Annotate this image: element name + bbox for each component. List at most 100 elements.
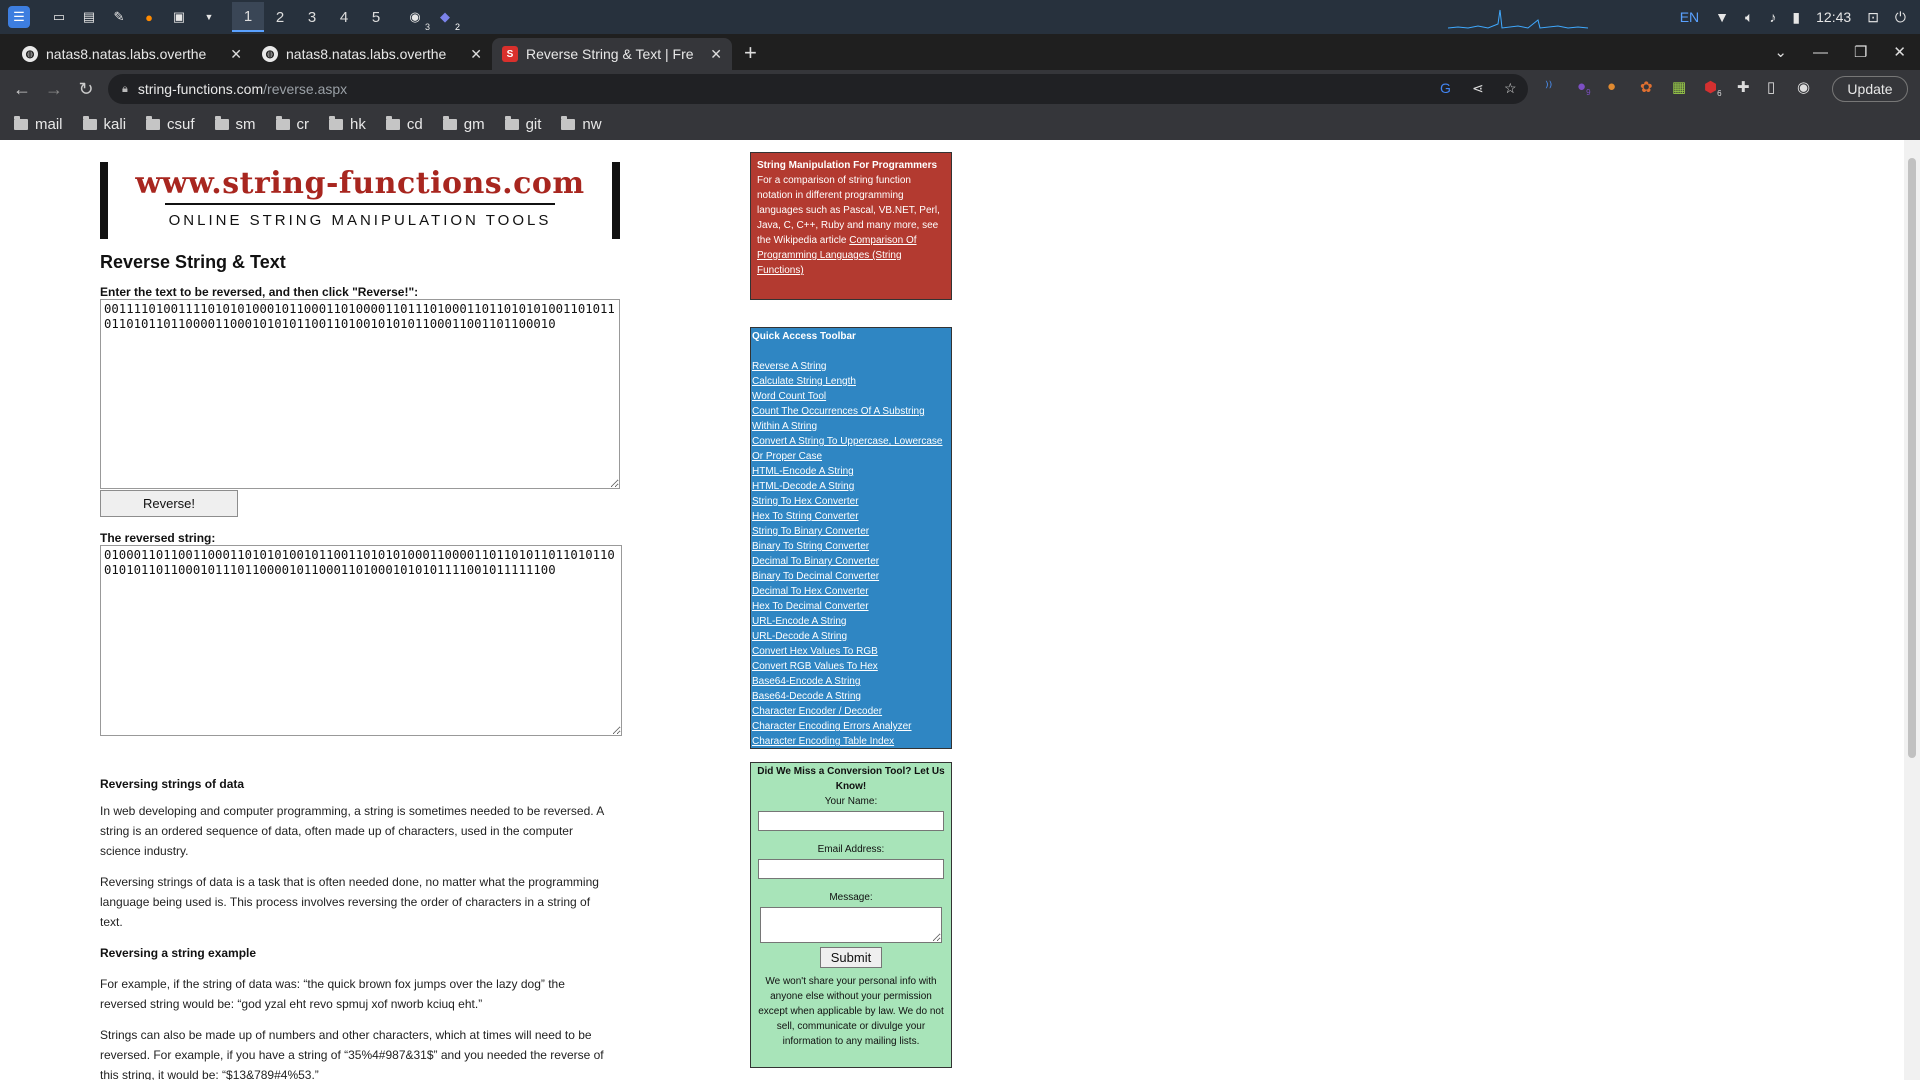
quick-access-link[interactable]: Decimal To Binary Converter [752, 554, 950, 569]
bookmark-mail[interactable]: mail [14, 115, 63, 133]
bookmark-sm[interactable]: sm [214, 115, 256, 133]
logo-divider [165, 203, 555, 205]
page-scrollbar[interactable] [1904, 140, 1920, 1080]
back-arrow-icon[interactable]: ← [6, 79, 38, 100]
close-icon[interactable]: ✕ [470, 46, 482, 63]
bookmark-label: mail [35, 115, 63, 133]
adblock-icon[interactable]: ⬢6 [1704, 78, 1722, 98]
quick-access-link[interactable]: Convert RGB Values To Hex [752, 659, 950, 674]
keyboard-language[interactable]: EN [1680, 9, 1699, 25]
firefox-icon[interactable]: ● [138, 6, 160, 28]
bookmark-cr[interactable]: cr [275, 115, 309, 133]
extension-sheet-icon[interactable]: ▦ [1672, 78, 1686, 96]
volume-icon[interactable]: 🔈︎ [1745, 9, 1753, 26]
clock[interactable]: 12:43 [1816, 9, 1851, 25]
close-icon[interactable]: ✕ [230, 46, 242, 63]
quick-access-link[interactable]: Binary To Decimal Converter [752, 569, 950, 584]
quick-access-link[interactable]: Hex To String Converter [752, 509, 950, 524]
reload-icon[interactable]: ↻ [70, 79, 102, 100]
profile-avatar[interactable]: ◉ [1797, 78, 1810, 96]
quick-access-link[interactable]: Word Count Tool [752, 389, 950, 404]
scrollbar-thumb[interactable] [1908, 158, 1916, 758]
new-tab-plus-icon[interactable]: + [732, 40, 769, 70]
extension-purple-icon[interactable]: ●9 [1577, 78, 1591, 97]
bookmark-csuf[interactable]: csuf [146, 115, 195, 133]
quick-access-link[interactable]: Character Encoder / Decoder [752, 704, 950, 719]
name-field[interactable] [758, 811, 944, 831]
extension-read-aloud-icon[interactable]: ⁾⁾ [1545, 78, 1552, 96]
workspace-3[interactable]: 3 [296, 2, 328, 32]
quick-access-link[interactable]: Calculate String Length [752, 374, 950, 389]
extension-flower-icon[interactable]: ✿ [1640, 78, 1653, 96]
tab-natas8-1[interactable]: ◍ natas8.natas.labs.overthe ✕ [12, 38, 252, 70]
battery-icon[interactable]: ▮ [1792, 9, 1800, 26]
quick-access-link[interactable]: Convert Hex Values To RGB [752, 644, 950, 659]
extensions-puzzle-icon[interactable]: ✚ [1737, 78, 1750, 96]
output-textarea[interactable]: 0100011011001100011010101001011001101010… [100, 545, 622, 736]
tab-reverse-string[interactable]: S Reverse String & Text | Fre ✕ [492, 38, 732, 70]
quick-access-link[interactable]: Count The Occurrences Of A Substring Wit… [752, 404, 950, 434]
quick-access-link[interactable]: Binary To String Converter [752, 539, 950, 554]
tab-search-chevron-icon[interactable]: ⌄ [1774, 43, 1787, 61]
lock-icon[interactable]: 🔒︎ [122, 83, 128, 96]
quick-access-link[interactable]: Hex To Decimal Converter [752, 599, 950, 614]
tab-natas8-2[interactable]: ◍ natas8.natas.labs.overthe ✕ [252, 38, 492, 70]
folder-icon [214, 115, 229, 130]
quick-access-link[interactable]: Character Encoding Table Index [752, 734, 950, 749]
site-logo[interactable]: www.string-functions.com ONLINE STRING M… [100, 162, 620, 239]
address-bar[interactable]: 🔒︎ string-functions.com/reverse.aspx G ⋖… [108, 74, 1528, 104]
workspace-1[interactable]: 1 [232, 2, 264, 32]
workspace-2[interactable]: 2 [264, 2, 296, 32]
bookmark-gm[interactable]: gm [442, 115, 485, 133]
extension-cookie-icon[interactable]: ● [1607, 78, 1616, 95]
bookmark-kali[interactable]: kali [82, 115, 126, 133]
update-button[interactable]: Update [1832, 76, 1908, 102]
close-icon[interactable]: ✕ [710, 46, 722, 63]
message-field[interactable] [760, 907, 942, 943]
quick-access-link[interactable]: Reverse A String [752, 359, 950, 374]
chrome-task-icon[interactable]: ◉ 3 [404, 6, 430, 32]
submit-button[interactable]: Submit [819, 947, 883, 968]
email-field[interactable] [758, 859, 944, 879]
star-icon[interactable]: ☆ [1504, 80, 1517, 97]
forward-arrow-icon[interactable]: → [38, 79, 70, 100]
file-manager-icon[interactable]: ▤ [78, 6, 100, 28]
minimize-icon[interactable]: — [1813, 44, 1828, 61]
bookmark-label: hk [350, 115, 366, 133]
google-lens-icon[interactable]: G [1440, 80, 1451, 96]
input-textarea[interactable]: 0011110100111101010100010110001101000011… [100, 299, 620, 489]
side-panel-icon[interactable]: ▯ [1767, 78, 1775, 96]
power-icon[interactable]: ⏻ [1895, 9, 1906, 26]
quick-access-link[interactable]: URL-Encode A String [752, 614, 950, 629]
app-menu-icon[interactable]: ☰ [8, 6, 30, 28]
quick-access-link[interactable]: String To Binary Converter [752, 524, 950, 539]
quick-access-link[interactable]: Base64-Decode A String [752, 689, 950, 704]
wifi-icon[interactable]: ▼ [1715, 9, 1729, 25]
terminal-icon[interactable]: ▣ [168, 6, 190, 28]
bookmark-nw[interactable]: nw [561, 115, 602, 133]
share-icon[interactable]: ⋖ [1472, 80, 1484, 97]
restore-icon[interactable]: ❐ [1854, 43, 1867, 61]
bookmark-hk[interactable]: hk [329, 115, 366, 133]
quick-access-link[interactable]: Convert A String To Uppercase, Lowercase… [752, 434, 950, 464]
quick-access-link[interactable]: Character Encoding Errors Analyzer [752, 719, 950, 734]
teams-task-icon[interactable]: ◆ 2 [434, 6, 460, 32]
quick-access-link[interactable]: String To Hex Converter [752, 494, 950, 509]
quick-access-link[interactable]: URL-Decode A String [752, 629, 950, 644]
bell-icon[interactable]: ♪ [1769, 9, 1776, 25]
reverse-button[interactable]: Reverse! [100, 490, 238, 517]
close-window-icon[interactable]: ✕ [1893, 43, 1906, 61]
workspace-5[interactable]: 5 [360, 2, 392, 32]
feedback-title: Did We Miss a Conversion Tool? Let Us Kn… [757, 766, 945, 792]
quick-access-link[interactable]: Decimal To Hex Converter [752, 584, 950, 599]
bookmark-cd[interactable]: cd [385, 115, 423, 133]
bookmark-git[interactable]: git [504, 115, 541, 133]
desktop-icon[interactable]: ▭ [48, 6, 70, 28]
quick-access-link[interactable]: HTML-Decode A String [752, 479, 950, 494]
text-editor-icon[interactable]: ✎ [108, 6, 130, 28]
quick-access-link[interactable]: HTML-Encode A String [752, 464, 950, 479]
chevron-down-icon[interactable]: ▼ [198, 6, 220, 28]
workspace-4[interactable]: 4 [328, 2, 360, 32]
quick-access-link[interactable]: Base64-Encode A String [752, 674, 950, 689]
lock-icon[interactable]: ⊡ [1867, 9, 1879, 26]
